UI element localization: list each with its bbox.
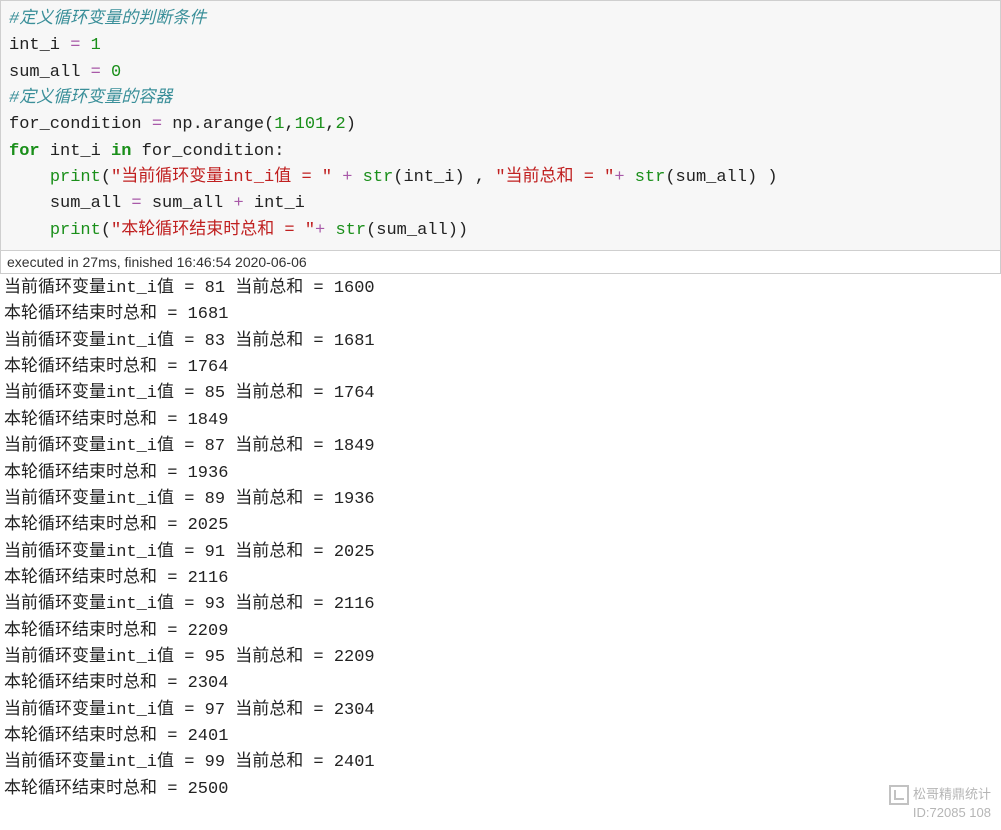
code-string: "当前总和 = " [495,168,614,187]
code-token: 2 [335,115,345,134]
code-token: ) [458,221,468,240]
code-token: , [284,115,294,134]
code-token: str [363,168,394,187]
code-token: str [335,221,366,240]
output-line: 本轮循环结束时总和 = 1681 [4,305,228,324]
code-token: ( [264,115,274,134]
code-token: ) [448,221,458,240]
output-line: 当前循环变量int_i值 = 85 当前总和 = 1764 [4,384,375,403]
output-line: 当前循环变量int_i值 = 89 当前总和 = 1936 [4,490,375,509]
code-token: , [465,168,496,187]
output-area[interactable]: 当前循环变量int_i值 = 81 当前总和 = 1600 本轮循环结束时总和 … [0,274,1001,805]
code-token: = [60,36,91,55]
code-token: = [121,194,152,213]
output-line: 当前循环变量int_i值 = 93 当前总和 = 2116 [4,595,375,614]
output-line: 当前循环变量int_i值 = 87 当前总和 = 1849 [4,437,375,456]
watermark-text-2: ID:72085 108 [889,805,991,822]
code-token: + [223,194,254,213]
code-token [40,142,50,161]
code-keyword: for [9,142,40,161]
code-token: ) [747,168,757,187]
code-token: int_i [50,142,101,161]
output-line: 本轮循环结束时总和 = 1936 [4,464,228,483]
output-line: 当前循环变量int_i值 = 97 当前总和 = 2304 [4,701,375,720]
output-line: 当前循环变量int_i值 = 95 当前总和 = 2209 [4,648,375,667]
code-token: str [635,168,666,187]
code-token: sum_all [676,168,747,187]
code-token: 1 [91,36,101,55]
code-token: = [142,115,173,134]
code-indent [9,194,50,213]
code-token: np. [172,115,203,134]
code-indent [9,168,50,187]
output-line: 本轮循环结束时总和 = 2401 [4,727,228,746]
code-token: = [80,63,111,82]
output-line: 本轮循环结束时总和 = 2500 [4,780,228,799]
code-token [101,142,111,161]
code-comment: #定义循环变量的判断条件 [9,10,206,29]
code-token: + [614,168,634,187]
code-token: int_i [9,36,60,55]
output-line: 本轮循环结束时总和 = 1764 [4,358,228,377]
code-string: "本轮循环结束时总和 = " [111,221,315,240]
output-line: 当前循环变量int_i值 = 81 当前总和 = 1600 [4,279,375,298]
code-token: ) [346,115,356,134]
code-token: , [325,115,335,134]
code-token: ( [101,168,111,187]
code-cell[interactable]: #定义循环变量的判断条件 int_i = 1 sum_all = 0 #定义循环… [0,0,1001,251]
code-token: ( [101,221,111,240]
code-token: 0 [111,63,121,82]
code-string: "当前循环变量int_i值 = " [111,168,332,187]
code-comment: #定义循环变量的容器 [9,89,172,108]
code-token: ) [455,168,465,187]
code-token: int_i [403,168,454,187]
code-token: ( [393,168,403,187]
output-line: 本轮循环结束时总和 = 1849 [4,411,228,430]
output-line: 本轮循环结束时总和 = 2116 [4,569,228,588]
code-token: arange [203,115,264,134]
code-token: sum_all [376,221,447,240]
output-line: 本轮循环结束时总和 = 2304 [4,674,228,693]
code-token: + [332,168,363,187]
output-line: 当前循环变量int_i值 = 99 当前总和 = 2401 [4,753,375,772]
code-token: sum_all [50,194,121,213]
code-token: print [50,168,101,187]
code-token: for_condition [9,115,142,134]
output-line: 当前循环变量int_i值 = 83 当前总和 = 1681 [4,332,375,351]
code-token: 1 [274,115,284,134]
code-token: 101 [295,115,326,134]
code-token: int_i [254,194,305,213]
output-line: 本轮循环结束时总和 = 2025 [4,516,228,535]
code-token: + [315,221,335,240]
code-token [131,142,141,161]
code-token: sum_all [152,194,223,213]
code-token: print [50,221,101,240]
code-keyword: in [111,142,131,161]
code-token: ) [757,168,777,187]
output-line: 当前循环变量int_i值 = 91 当前总和 = 2025 [4,543,375,562]
code-token: sum_all [9,63,80,82]
code-token: for_condition [142,142,275,161]
code-indent [9,221,50,240]
execution-status-bar: executed in 27ms, finished 16:46:54 2020… [0,251,1001,274]
code-token: : [274,142,284,161]
code-token: ( [366,221,376,240]
output-line: 本轮循环结束时总和 = 2209 [4,622,228,641]
code-token: ( [665,168,675,187]
